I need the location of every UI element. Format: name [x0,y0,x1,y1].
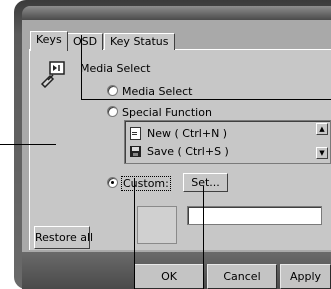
custom-key-input[interactable] [187,206,322,225]
custom-preview-box [137,206,177,244]
list-scrollbar[interactable]: ▲ ▼ [316,121,328,163]
apply-button[interactable]: Apply [280,264,331,289]
scroll-up-icon[interactable]: ▲ [316,123,328,135]
custom-radio-label[interactable]: Custom: [121,176,171,191]
callout-line [203,186,204,289]
media-select-radio-label[interactable]: Media Select [122,85,192,98]
callout-line [0,144,56,145]
custom-radio[interactable] [107,177,118,188]
callout-line [134,178,135,289]
restore-all-button[interactable]: Restore all [34,226,93,249]
ok-button[interactable]: OK [134,264,204,289]
list-item[interactable]: New ( Ctrl+N ) [130,125,227,141]
special-function-list[interactable]: New ( Ctrl+N ) Save ( Ctrl+S ) [124,120,331,164]
new-document-icon [130,126,141,140]
special-function-radio[interactable] [107,106,118,117]
callout-line [81,35,82,100]
list-item-label: Save ( Ctrl+S ) [147,144,229,158]
tab-osd[interactable]: OSD [67,33,104,50]
window-title-bar [22,6,331,20]
list-item[interactable]: Save ( Ctrl+S ) [130,143,229,159]
set-button[interactable]: Set... [183,173,228,192]
media-select-key-icon [38,60,68,89]
tab-key-status[interactable]: Key Status [104,33,175,50]
media-select-radio[interactable] [107,85,118,96]
cancel-button[interactable]: Cancel [207,264,277,289]
save-floppy-icon [130,145,141,157]
scroll-down-icon[interactable]: ▼ [316,147,328,159]
special-function-radio-label[interactable]: Special Function [122,106,212,119]
tab-keys[interactable]: Keys [30,31,68,51]
callout-line [81,99,331,100]
media-select-heading: Media Select [80,62,151,75]
list-item-label: New ( Ctrl+N ) [147,126,228,140]
